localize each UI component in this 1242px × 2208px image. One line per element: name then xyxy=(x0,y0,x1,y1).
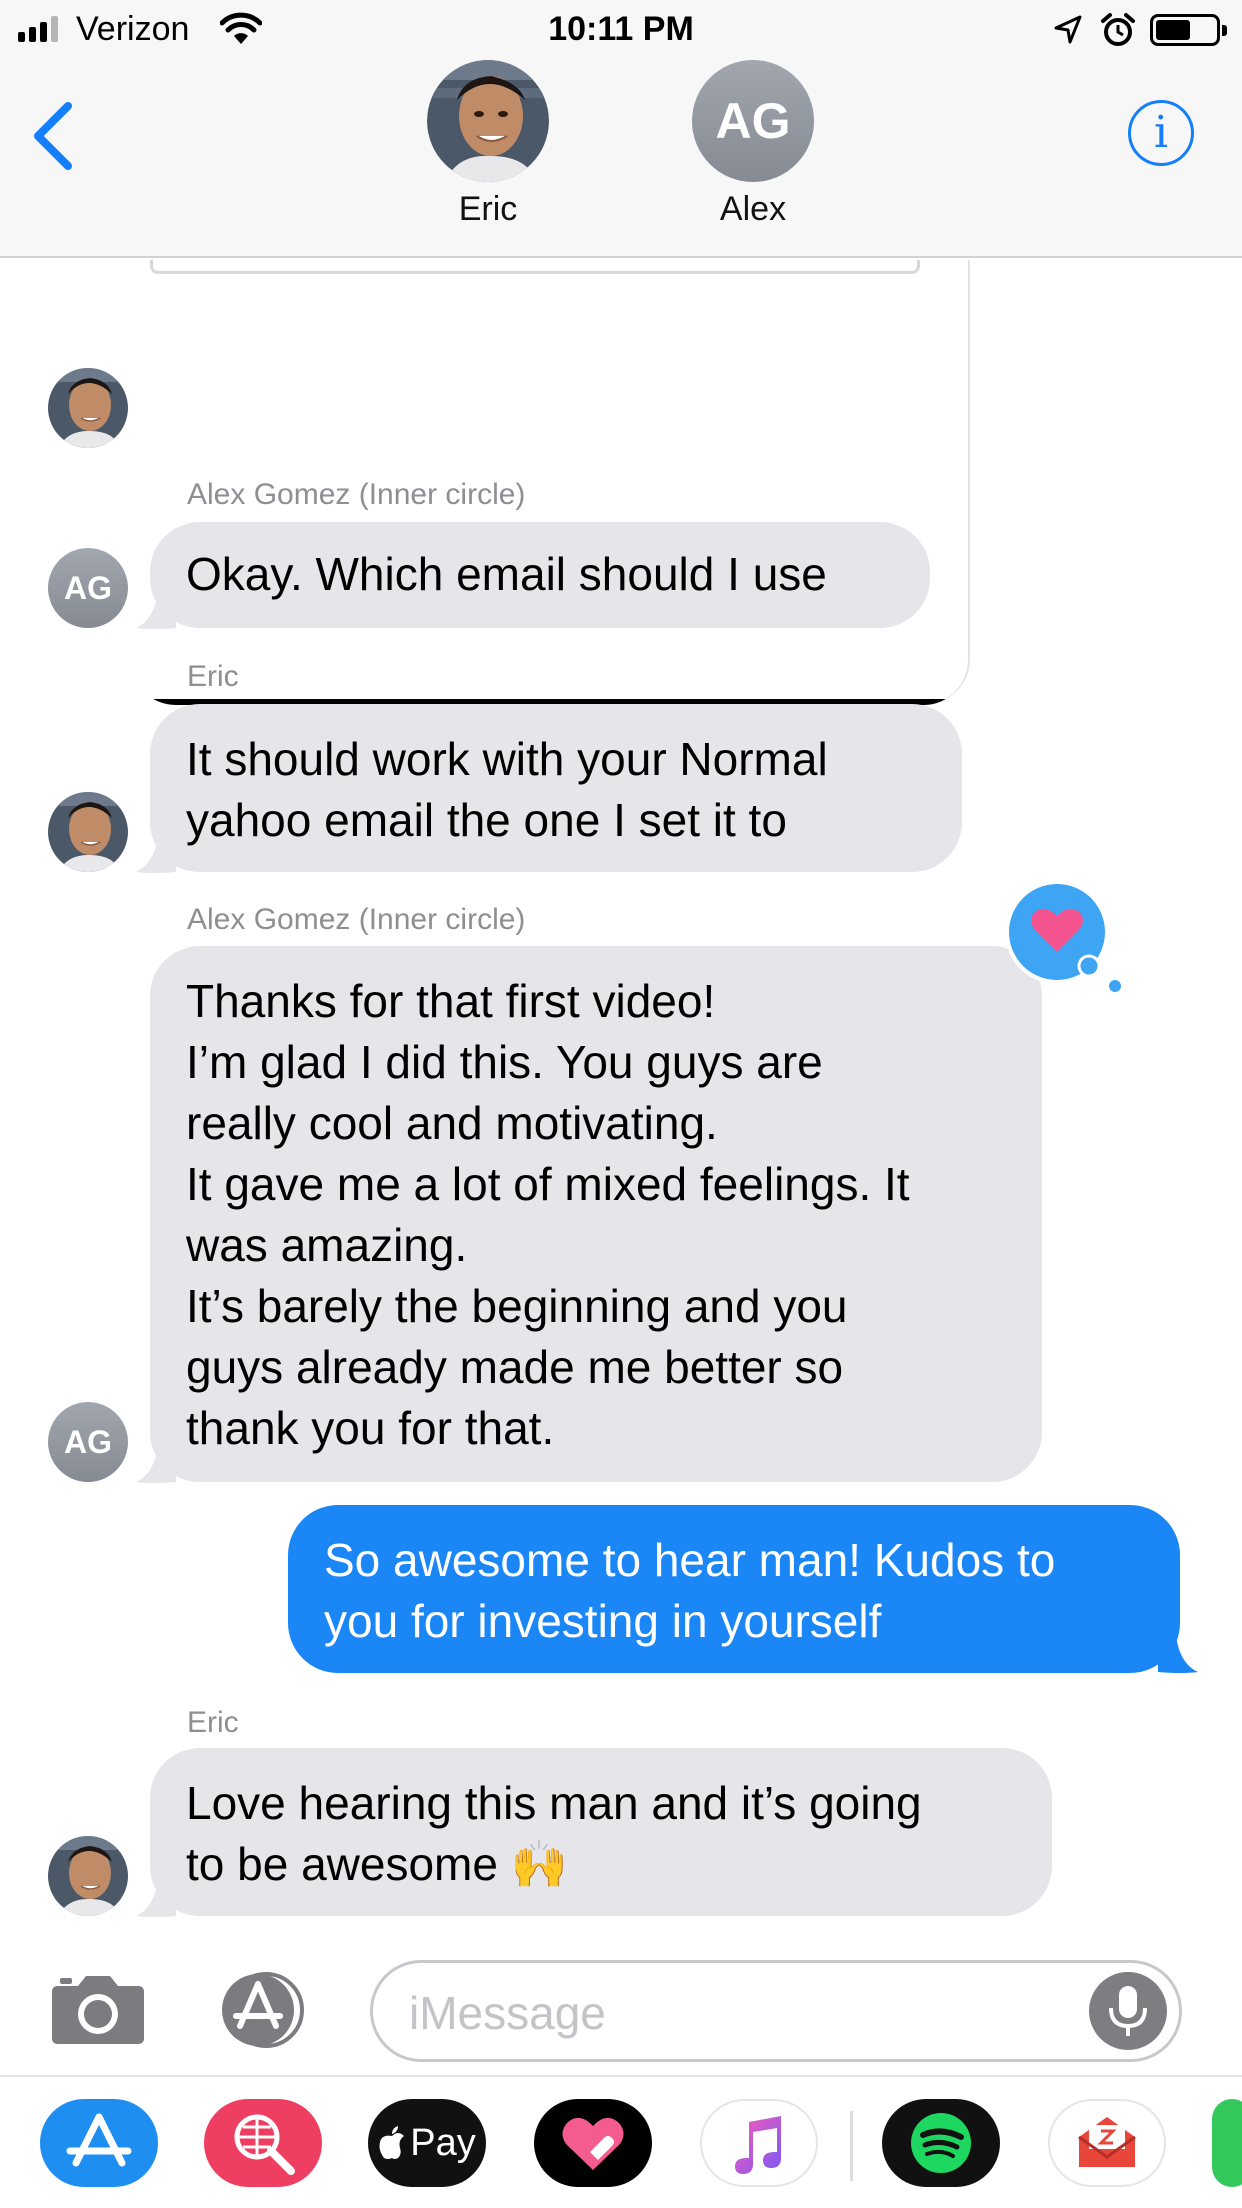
message-text: So awesome to hear man! Kudos to xyxy=(324,1534,1056,1586)
drawer-divider xyxy=(850,2111,853,2181)
camera-button[interactable] xyxy=(50,1972,150,2052)
message-text: yahoo email the one I set it to xyxy=(186,794,787,846)
message-text: guys already made me better so xyxy=(186,1341,844,1393)
microphone-icon xyxy=(1109,1986,1147,2036)
avatar: AG xyxy=(48,548,128,628)
message-bubble[interactable]: So awesome to hear man! Kudos to you for… xyxy=(288,1505,1180,1673)
message-text: It should work with your Normal xyxy=(186,733,828,785)
sender-name: Alex Gomez (Inner circle) xyxy=(187,478,526,511)
message-text: Okay. Which email should I use xyxy=(186,548,827,600)
music-icon[interactable] xyxy=(700,2099,818,2187)
message-text: thank you for that. xyxy=(186,1402,555,1454)
message-text: Love hearing this man and it’s going xyxy=(186,1777,922,1829)
dictation-button[interactable] xyxy=(1089,1972,1167,2050)
digital-touch-icon[interactable] xyxy=(534,2099,652,2187)
mail-icon[interactable] xyxy=(1048,2099,1166,2187)
avatar xyxy=(48,1836,128,1916)
info-icon: i xyxy=(1128,100,1194,166)
avatar xyxy=(427,60,549,182)
battery-icon xyxy=(1150,14,1227,46)
message-text: I’m glad I did this. You guys are xyxy=(186,1036,823,1088)
message-input[interactable] xyxy=(409,1985,1089,2041)
message-list[interactable]: Alex Gomez (Inner circle) Okay. Which em… xyxy=(0,260,1242,1940)
message-bubble[interactable]: Thanks for that first video! I’m glad I … xyxy=(150,946,1042,1482)
heart-icon[interactable] xyxy=(1005,880,1125,1000)
message-bubble[interactable]: Love hearing this man and it’s going to … xyxy=(150,1748,1052,1916)
avatar: AG xyxy=(48,1402,128,1482)
details-button[interactable]: i xyxy=(1128,100,1232,170)
message-text: Thanks for that first video! xyxy=(186,975,716,1027)
avatar: AG xyxy=(692,60,814,182)
alarm-icon xyxy=(1101,13,1135,46)
chevron-left-icon xyxy=(34,102,72,170)
spotify-icon[interactable] xyxy=(882,2099,1000,2187)
conversation-header: Eric AG Alex i xyxy=(0,60,1242,258)
message-bubble[interactable]: Okay. Which email should I use xyxy=(150,522,930,628)
message-text: to be awesome 🙌 xyxy=(186,1838,569,1890)
message-bubble[interactable]: It should work with your Normal yahoo em… xyxy=(150,704,962,872)
apps-button[interactable] xyxy=(210,1970,320,2050)
location-arrow-icon xyxy=(1054,15,1082,44)
participant-alex[interactable]: AG Alex xyxy=(668,60,838,229)
avatar xyxy=(48,368,128,448)
message-input-field[interactable] xyxy=(370,1960,1182,2062)
app-drawer: Pay xyxy=(0,2075,1242,2208)
apple-pay-label: Pay xyxy=(410,2121,476,2164)
participant-name: Eric xyxy=(458,190,518,228)
camera-icon xyxy=(52,1976,144,2044)
compose-bar xyxy=(0,1940,1242,2075)
avatar xyxy=(48,792,128,872)
message-text: you for investing in yourself xyxy=(324,1595,882,1647)
app-store-icon xyxy=(222,1972,304,2048)
more-apps-icon[interactable] xyxy=(1212,2099,1242,2187)
participant-eric[interactable]: Eric xyxy=(403,60,573,229)
message-text: It gave me a lot of mixed feelings. It xyxy=(186,1158,910,1210)
sender-name: Eric xyxy=(187,1706,239,1739)
sender-name: Alex Gomez (Inner circle) xyxy=(187,903,526,936)
web-images-icon[interactable] xyxy=(204,2099,322,2187)
apple-pay-icon[interactable]: Pay xyxy=(368,2099,486,2187)
status-bar: Verizon 10:11 PM xyxy=(0,0,1242,62)
back-button[interactable] xyxy=(28,96,88,176)
message-text: It’s barely the beginning and you xyxy=(186,1280,848,1332)
message-text: was amazing. xyxy=(186,1219,468,1271)
participant-name: Alex xyxy=(719,190,787,228)
sender-name: Eric xyxy=(187,660,239,693)
message-text: really cool and motivating. xyxy=(186,1097,718,1149)
app-store-icon[interactable] xyxy=(40,2099,158,2187)
